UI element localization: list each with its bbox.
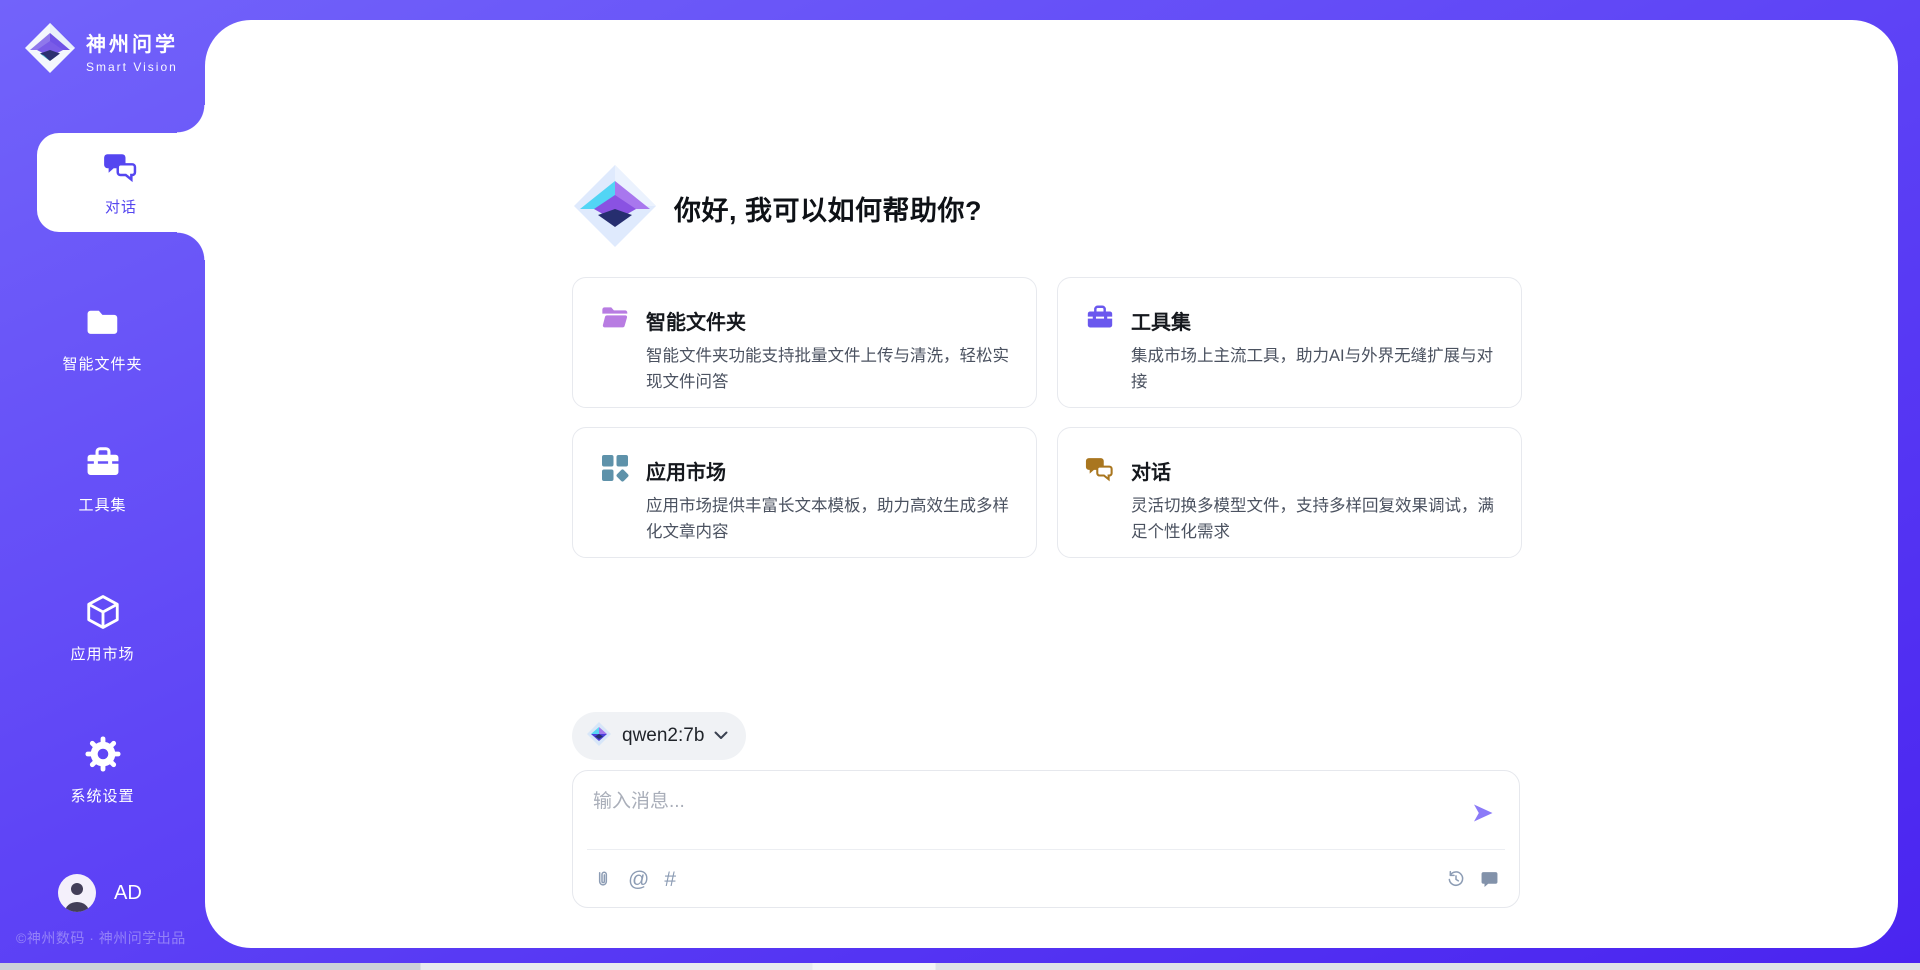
chat-icon: [103, 148, 139, 189]
copyright-text: ©神州数码 · 神州问学出品: [16, 928, 186, 948]
card-app-market[interactable]: 应用市场 应用市场提供丰富长文本模板，助力高效生成多样化文章内容: [572, 427, 1037, 558]
card-title: 应用市场: [646, 456, 1012, 485]
sidebar-item-chat[interactable]: 对话: [37, 133, 205, 232]
sidebar-item-label: 系统设置: [0, 785, 205, 806]
brand-diamond-logo-icon: [572, 163, 658, 254]
input-divider: [587, 849, 1505, 850]
brand-logo: 神州问学 Smart Vision: [24, 22, 178, 79]
card-description: 应用市场提供丰富长文本模板，助力高效生成多样化文章内容: [646, 494, 1012, 545]
sidebar-item-label: 应用市场: [0, 643, 205, 664]
card-description: 灵活切换多模型文件，支持多样回复效果调试，满足个性化需求: [1131, 494, 1497, 545]
card-title: 工具集: [1131, 306, 1497, 335]
composer: qwen2:7b @ #: [572, 712, 1520, 908]
message-input[interactable]: [593, 786, 1433, 842]
card-description: 智能文件夹功能支持批量文件上传与清洗，轻松实现文件问答: [646, 344, 1012, 395]
send-icon[interactable]: [1471, 801, 1495, 825]
greeting-row: 你好, 我可以如何帮助你?: [572, 163, 982, 254]
sidebar-item-settings[interactable]: 系统设置: [0, 735, 205, 806]
brand-subtitle: Smart Vision: [86, 60, 178, 74]
sidebar-item-label: 对话: [105, 196, 137, 217]
sidebar: 神州问学 Smart Vision 对话 智能文件夹: [0, 0, 205, 970]
taskbar-edge: [0, 963, 1920, 970]
model-selector[interactable]: qwen2:7b: [572, 712, 746, 760]
attachment-icon[interactable]: [593, 868, 613, 890]
brand-diamond-icon: [24, 22, 76, 79]
user-initials: AD: [114, 882, 142, 905]
gear-icon: [84, 735, 122, 778]
card-title: 对话: [1131, 456, 1497, 485]
brand-name: 神州问学: [86, 28, 178, 57]
card-toolset[interactable]: 工具集 集成市场上主流工具，助力AI与外界无缝扩展与对接: [1057, 277, 1522, 408]
model-name: qwen2:7b: [622, 725, 704, 747]
card-chat[interactable]: 对话 灵活切换多模型文件，支持多样回复效果调试，满足个性化需求: [1057, 427, 1522, 558]
user-profile[interactable]: AD: [58, 874, 142, 912]
model-diamond-icon: [586, 721, 612, 752]
greeting-text: 你好, 我可以如何帮助你?: [674, 189, 982, 228]
folder-open-icon: [600, 303, 630, 407]
sidebar-item-label: 智能文件夹: [0, 353, 205, 374]
history-icon[interactable]: [1446, 869, 1466, 889]
toolbox-icon: [84, 444, 122, 487]
main-panel: 你好, 我可以如何帮助你? 智能文件夹 智能文件夹功能支持批量文件上传与清洗，轻…: [205, 20, 1898, 948]
composer-toolbar: @ #: [593, 861, 1499, 897]
card-description: 集成市场上主流工具，助力AI与外界无缝扩展与对接: [1131, 344, 1497, 395]
mention-icon[interactable]: @: [628, 869, 649, 890]
sidebar-item-label: 工具集: [0, 494, 205, 515]
sidebar-item-smart-folder[interactable]: 智能文件夹: [0, 303, 205, 374]
chat-icon: [1085, 453, 1115, 557]
card-title: 智能文件夹: [646, 306, 1012, 335]
message-input-card: @ #: [572, 770, 1520, 908]
toolbox-icon: [1085, 303, 1115, 407]
chat-bubble-icon[interactable]: [1480, 870, 1499, 889]
cube-icon: [84, 593, 122, 636]
apps-grid-icon: [600, 453, 630, 557]
chevron-down-icon: [714, 727, 728, 745]
avatar: [58, 874, 96, 912]
feature-cards: 智能文件夹 智能文件夹功能支持批量文件上传与清洗，轻松实现文件问答 工具集 集成…: [572, 277, 1522, 558]
sidebar-item-app-market[interactable]: 应用市场: [0, 593, 205, 664]
sidebar-item-toolset[interactable]: 工具集: [0, 444, 205, 515]
hashtag-icon[interactable]: #: [664, 869, 676, 890]
card-smart-folder[interactable]: 智能文件夹 智能文件夹功能支持批量文件上传与清洗，轻松实现文件问答: [572, 277, 1037, 408]
folder-icon: [84, 303, 122, 346]
